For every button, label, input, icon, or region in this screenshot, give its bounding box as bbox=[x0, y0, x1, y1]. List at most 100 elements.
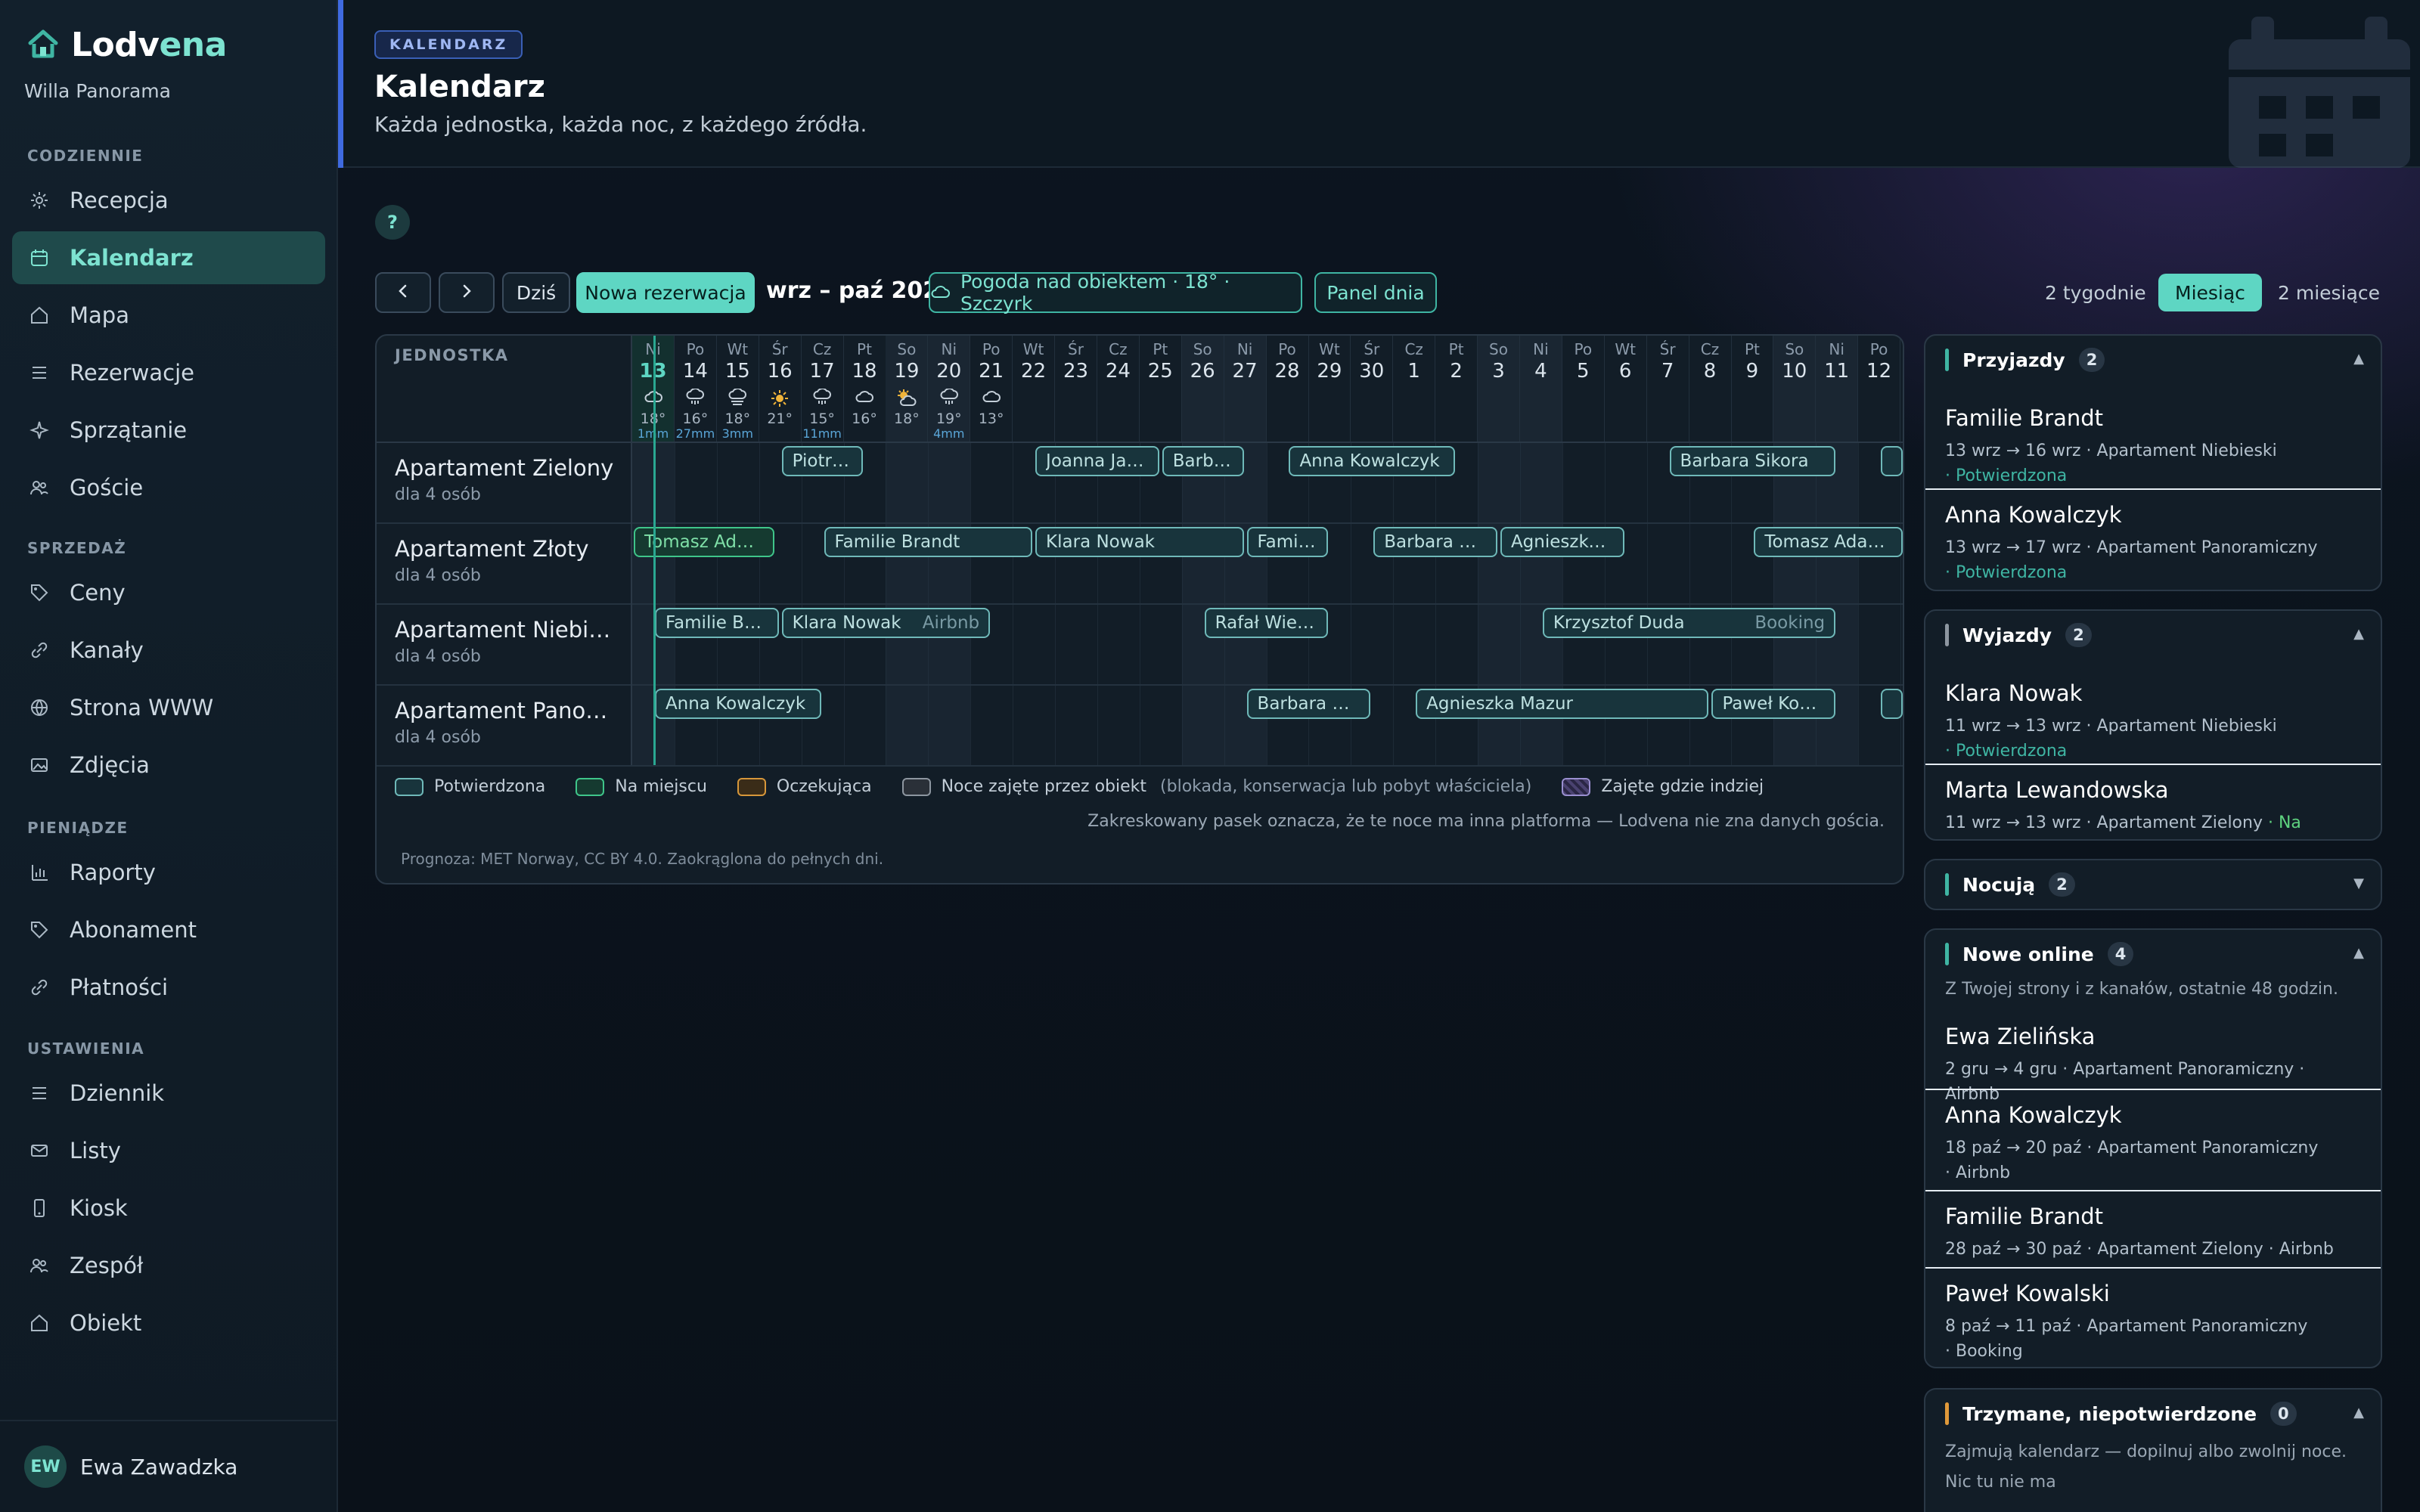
sidebar-item-zdjęcia[interactable]: Zdjęcia bbox=[12, 739, 325, 792]
sidebar-item-sprzątanie[interactable]: Sprzątanie bbox=[12, 404, 325, 457]
booking-bar[interactable]: Famili... bbox=[1246, 527, 1329, 557]
day-header[interactable]: Śr 23 bbox=[1055, 336, 1097, 442]
day-header[interactable]: Wt 6 bbox=[1605, 336, 1647, 442]
day-header[interactable]: Wt 29 bbox=[1308, 336, 1351, 442]
booking-bar[interactable]: Joanna Jan... bbox=[1035, 446, 1159, 476]
day-header[interactable]: Ni 27 bbox=[1224, 336, 1267, 442]
booking-bar[interactable]: Rafał Wiecz... bbox=[1204, 608, 1329, 638]
booking-bar[interactable]: Familie Brandt bbox=[824, 527, 1033, 557]
weather-button[interactable]: Pogoda nad obiektem · 18° · Szczyrk bbox=[929, 271, 1302, 314]
sidebar-item-goście[interactable]: Goście bbox=[12, 461, 325, 514]
staying-panel[interactable]: Nocują 2 ▼ bbox=[1924, 859, 2382, 910]
user-profile[interactable]: EW Ewa Zawadzka bbox=[0, 1420, 338, 1512]
arrivals-header[interactable]: Przyjazdy 2 bbox=[1945, 348, 2105, 372]
unit-name[interactable]: Apartament Panoramiczny bbox=[395, 698, 614, 723]
day-header[interactable]: Wt 22 bbox=[1013, 336, 1056, 442]
day-header[interactable]: Śr 30 bbox=[1351, 336, 1394, 442]
sidebar-item-zespół[interactable]: Zespół bbox=[12, 1239, 325, 1292]
day-header[interactable]: Wt 15 18° 3mm bbox=[717, 336, 759, 442]
day-panel-button[interactable]: Panel dnia bbox=[1314, 272, 1437, 313]
booking-bar[interactable]: Piotr ... bbox=[781, 446, 864, 476]
brand-logo[interactable]: Lodvena bbox=[27, 26, 227, 64]
day-header[interactable]: Ni 20 19° 4mm bbox=[928, 336, 971, 442]
day-header[interactable]: Pt 2 bbox=[1435, 336, 1478, 442]
help-button[interactable]: ? bbox=[375, 205, 410, 240]
sidebar-item-raporty[interactable]: Raporty bbox=[12, 846, 325, 899]
day-header[interactable]: So 3 bbox=[1478, 336, 1520, 442]
staying-header[interactable]: Nocują 2 bbox=[1945, 872, 2075, 897]
day-header[interactable]: Po 14 16° 27mm bbox=[675, 336, 717, 442]
next-period-button[interactable] bbox=[439, 272, 495, 313]
prev-period-button[interactable] bbox=[375, 272, 431, 313]
list-item[interactable]: Anna Kowalczyk 13 wrz → 17 wrz · Apartam… bbox=[1925, 488, 2381, 590]
list-item[interactable]: Paweł Kowalski 8 paź → 11 paź · Apartame… bbox=[1925, 1267, 2381, 1367]
today-button[interactable]: Dziś bbox=[502, 272, 570, 313]
booking-bar[interactable] bbox=[1881, 446, 1903, 476]
day-header[interactable]: Cz 8 bbox=[1689, 336, 1732, 442]
list-item[interactable]: Familie Brandt 13 wrz → 16 wrz · Apartam… bbox=[1925, 393, 2381, 500]
booking-bar[interactable]: Tomasz Adam... bbox=[1754, 527, 1903, 557]
booking-bar[interactable]: Barbara Sik... bbox=[1246, 689, 1371, 719]
sidebar-item-listy[interactable]: Listy bbox=[12, 1124, 325, 1177]
new-online-header[interactable]: Nowe online 4 bbox=[1945, 942, 2134, 966]
day-header[interactable]: Po 21 13° bbox=[970, 336, 1013, 442]
chevron-up-icon[interactable]: ▲ bbox=[2353, 626, 2364, 642]
sidebar-item-strona-www[interactable]: Strona WWW bbox=[12, 681, 325, 734]
day-header[interactable]: Cz 1 bbox=[1393, 336, 1436, 442]
chevron-up-icon[interactable]: ▲ bbox=[2353, 351, 2364, 367]
booking-bar[interactable]: Barbara Sik... bbox=[1373, 527, 1497, 557]
day-header[interactable]: Po 28 bbox=[1267, 336, 1309, 442]
booking-bar[interactable]: Anna Kowalczyk bbox=[654, 689, 821, 719]
sidebar-item-ceny[interactable]: Ceny bbox=[12, 566, 325, 619]
day-header[interactable]: So 10 bbox=[1773, 336, 1817, 442]
view-2-weeks[interactable]: 2 tygodnie bbox=[2028, 274, 2163, 311]
list-item[interactable]: Marta Lewandowska 11 wrz → 13 wrz · Apar… bbox=[1925, 764, 2381, 839]
unit-name[interactable]: Apartament Zielony bbox=[395, 455, 614, 481]
day-header[interactable]: So 26 bbox=[1181, 336, 1224, 442]
booking-bar[interactable]: Familie Bra... bbox=[654, 608, 779, 638]
view-2-months[interactable]: 2 miesiące bbox=[2261, 274, 2397, 311]
day-header[interactable]: Po 12 bbox=[1858, 336, 1901, 442]
day-header[interactable]: Pt 25 bbox=[1140, 336, 1182, 442]
booking-bar[interactable]: Barba... bbox=[1162, 446, 1244, 476]
unit-name[interactable]: Apartament Niebieski bbox=[395, 617, 614, 643]
sidebar-item-dziennik[interactable]: Dziennik bbox=[12, 1067, 325, 1120]
held-header[interactable]: Trzymane, niepotwierdzone 0 bbox=[1945, 1402, 2297, 1426]
chevron-up-icon[interactable]: ▲ bbox=[2353, 1405, 2364, 1421]
chevron-down-icon[interactable]: ▼ bbox=[2353, 875, 2364, 891]
day-header[interactable]: Śr 7 bbox=[1647, 336, 1689, 442]
sidebar-item-kiosk[interactable]: Kiosk bbox=[12, 1182, 325, 1235]
booking-bar[interactable] bbox=[1881, 689, 1903, 719]
day-header[interactable]: Po 5 bbox=[1562, 336, 1605, 442]
new-booking-button[interactable]: Nowa rezerwacja bbox=[576, 272, 755, 313]
sidebar-item-płatności[interactable]: Płatności bbox=[12, 961, 325, 1014]
booking-bar[interactable]: Barbara Sikora bbox=[1669, 446, 1836, 476]
day-header[interactable]: So 19 18° bbox=[886, 336, 929, 442]
booking-bar[interactable]: Klara Nowak Airbnb bbox=[781, 608, 991, 638]
day-header[interactable]: Pt 18 16° bbox=[844, 336, 886, 442]
list-item[interactable]: Klara Nowak 11 wrz → 13 wrz · Apartament… bbox=[1925, 668, 2381, 776]
booking-bar[interactable]: Agnieszka ... bbox=[1500, 527, 1624, 557]
booking-bar[interactable]: Paweł Kow... bbox=[1711, 689, 1836, 719]
day-header[interactable]: Ni 11 bbox=[1816, 336, 1859, 442]
chevron-up-icon[interactable]: ▲ bbox=[2353, 945, 2364, 961]
list-item[interactable]: Anna Kowalczyk 18 paź → 20 paź · Apartam… bbox=[1925, 1089, 2381, 1198]
day-header[interactable]: Ni 4 bbox=[1519, 336, 1562, 442]
sidebar-item-recepcja[interactable]: Recepcja bbox=[12, 174, 325, 227]
day-header[interactable]: Śr 16 21° bbox=[759, 336, 802, 442]
day-header[interactable]: Cz 24 bbox=[1097, 336, 1140, 442]
sidebar-item-abonament[interactable]: Abonament bbox=[12, 903, 325, 956]
sidebar-item-obiekt[interactable]: Obiekt bbox=[12, 1297, 325, 1349]
booking-bar[interactable]: Klara Nowak bbox=[1035, 527, 1244, 557]
view-month[interactable]: Miesiąc bbox=[2158, 274, 2262, 311]
booking-bar[interactable]: Agnieszka Mazur bbox=[1416, 689, 1709, 719]
day-header[interactable]: Cz 17 15° 11mm bbox=[802, 336, 844, 442]
sidebar-item-kalendarz[interactable]: Kalendarz bbox=[12, 231, 325, 284]
departures-header[interactable]: Wyjazdy 2 bbox=[1945, 623, 2092, 647]
booking-bar[interactable]: Krzysztof Duda Booking bbox=[1542, 608, 1836, 638]
sidebar-item-rezerwacje[interactable]: Rezerwacje bbox=[12, 346, 325, 399]
list-item[interactable]: Familie Brandt 28 paź → 30 paź · Apartam… bbox=[1925, 1190, 2381, 1274]
sidebar-item-mapa[interactable]: Mapa bbox=[12, 289, 325, 342]
unit-name[interactable]: Apartament Złoty bbox=[395, 536, 614, 562]
day-header[interactable]: Pt 9 bbox=[1731, 336, 1774, 442]
